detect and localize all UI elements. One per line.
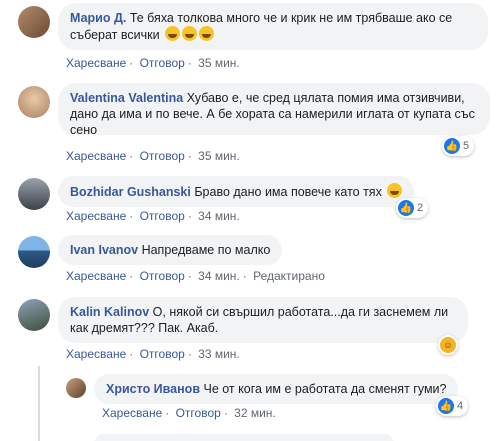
avatar[interactable] (18, 6, 50, 38)
comment-actions: Харесване · Отговор · 32 мин. (102, 406, 276, 420)
avatar[interactable] (18, 86, 50, 118)
comment: Kalin Kalinov О, някой си свършил работа… (18, 295, 494, 363)
comment-actions: Харесване · Отговор · 34 мин. (66, 209, 240, 223)
like-link[interactable]: Харесване (66, 56, 126, 70)
comment: Марио Д. Те бяха толкова много че и крик… (18, 0, 494, 74)
comment-text: Те бяха толкова много че и крик не им тр… (70, 11, 453, 42)
avatar[interactable] (18, 299, 50, 331)
comment-time[interactable]: 35 мин. (198, 56, 240, 70)
smiling-emoji-icon (387, 183, 403, 198)
comment-time[interactable]: 32 мин. (234, 406, 276, 420)
avatar[interactable] (18, 178, 50, 210)
reply-link[interactable]: Отговор (176, 406, 221, 420)
comment-time[interactable]: 34 мин. (198, 209, 240, 223)
comment-bubble: Ivan Ivanov Напредваме по малко (58, 235, 283, 265)
like-icon: 👍 (444, 138, 460, 154)
comment: Ivan Ivanov Напредваме по малко Харесван… (18, 232, 494, 286)
comment-author[interactable]: Христо Иванов (106, 382, 200, 396)
comment-time[interactable]: 34 мин. (198, 269, 240, 283)
reply-link[interactable]: Отговор (140, 149, 185, 163)
comment-author[interactable]: Kalin Kalinov (70, 305, 149, 319)
comment-actions: Харесване · Отговор · 33 мин. (66, 347, 240, 361)
comment-bubble: Valentina Valentina Хубаво е, че сред ця… (58, 83, 490, 137)
comment: Valentina Valentina Хубаво е, че сред ця… (18, 80, 494, 164)
avatar[interactable] (66, 378, 86, 398)
reaction-count[interactable]: 👍 5 (442, 136, 475, 156)
comment-time[interactable]: 33 мин. (198, 347, 240, 361)
laughing-emoji-icon (199, 26, 215, 41)
comment: Bozhidar Gushanski Браво дано има повече… (18, 172, 494, 226)
reply-link[interactable]: Отговор (140, 209, 185, 223)
comment-author[interactable]: Valentina Valentina (70, 91, 183, 105)
reaction-count[interactable]: 👍 2 (396, 198, 429, 218)
reply-link[interactable]: Отговор (140, 347, 185, 361)
like-icon: 👍 (398, 200, 414, 216)
comment-time[interactable]: 35 мин. (198, 149, 240, 163)
comment-author[interactable]: Ivan Ivanov (70, 243, 138, 257)
reply-link[interactable]: Отговор (140, 269, 185, 283)
reply-comment: Христо Иванов Че от кога им е работата д… (66, 372, 494, 432)
like-link[interactable]: Харесване (66, 209, 126, 223)
reaction-count[interactable]: ☺ (438, 335, 458, 355)
comment-text: Напредваме по малко (141, 243, 271, 257)
comment-text: Браво дано има повече като тях (194, 185, 382, 199)
reaction-count[interactable]: 👍 4 (436, 396, 469, 416)
comment-author[interactable]: Марио Д. (70, 11, 126, 25)
like-link[interactable]: Харесване (66, 269, 126, 283)
like-link[interactable]: Харесване (66, 347, 126, 361)
reply-thread-line (38, 366, 40, 441)
laughing-emoji-icon (182, 26, 198, 41)
comment-text: Че от кога им е работата да сменят гуми? (203, 382, 447, 396)
comment-actions: Харесване · Отговор · 35 мин. (66, 56, 240, 70)
comment-bubble: Bozhidar Gushanski Браво дано има повече… (58, 176, 415, 207)
comment-bubble: Марио Д. Те бяха толкова много че и крик… (58, 3, 488, 50)
comment-bubble: Христо Иванов Че от кога им е работата д… (94, 374, 459, 404)
haha-icon: ☺ (440, 337, 456, 353)
like-link[interactable]: Харесване (66, 149, 126, 163)
comment-actions: Харесване · Отговор · 34 мин. · Редактирано (66, 269, 325, 283)
laughing-emoji-icon (165, 26, 181, 41)
comment-author[interactable]: Bozhidar Gushanski (70, 185, 191, 199)
avatar[interactable] (18, 236, 50, 268)
reply-link[interactable]: Отговор (140, 56, 185, 70)
comment-bubble: Kalin Kalinov О, някой си свършил работа… (58, 297, 468, 343)
comment-bubble (94, 434, 394, 441)
like-link[interactable]: Харесване (102, 406, 162, 420)
edited-label[interactable]: Редактирано (253, 269, 325, 283)
like-icon: 👍 (438, 398, 454, 414)
comment-actions: Харесване · Отговор · 35 мин. (66, 149, 240, 163)
